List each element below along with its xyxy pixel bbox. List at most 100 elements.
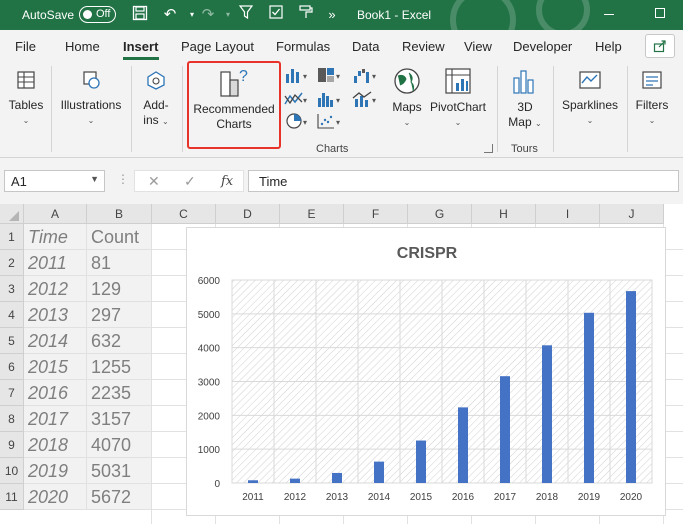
row-header-3[interactable]: 3: [0, 276, 24, 302]
checkbox-icon[interactable]: [266, 5, 286, 25]
cell-a5[interactable]: 2014: [24, 328, 87, 354]
cell-b6[interactable]: 1255: [87, 354, 152, 380]
combo-chart-icon[interactable]: [352, 90, 372, 108]
maximize-icon[interactable]: [655, 8, 665, 18]
cell-b5[interactable]: 632: [87, 328, 152, 354]
hierarchy-chart-icon[interactable]: [316, 66, 336, 84]
row-header-4[interactable]: 4: [0, 302, 24, 328]
chevron-down-icon[interactable]: ▾: [336, 118, 340, 127]
cell-a7[interactable]: 2016: [24, 380, 87, 406]
cell-a6[interactable]: 2015: [24, 354, 87, 380]
tab-formulas[interactable]: Formulas: [276, 39, 330, 54]
tab-data[interactable]: Data: [352, 39, 379, 54]
enter-icon[interactable]: ✓: [184, 173, 196, 190]
cell-b7[interactable]: 2235: [87, 380, 152, 406]
column-header-e[interactable]: E: [280, 204, 344, 224]
sparklines-button[interactable]: Sparklines ⌄: [558, 70, 622, 128]
tab-review[interactable]: Review: [402, 39, 445, 54]
tab-home[interactable]: Home: [65, 39, 100, 54]
cell-a11[interactable]: 2020: [24, 484, 87, 510]
cell-b9[interactable]: 4070: [87, 432, 152, 458]
cell-b3[interactable]: 129: [87, 276, 152, 302]
cell-a3[interactable]: 2012: [24, 276, 87, 302]
column-header-a[interactable]: A: [24, 204, 87, 224]
chevron-down-icon[interactable]: ▾: [336, 72, 340, 81]
tab-view[interactable]: View: [464, 39, 492, 54]
cell-b10[interactable]: 5031: [87, 458, 152, 484]
row-header-6[interactable]: 6: [0, 354, 24, 380]
chevron-down-icon[interactable]: ▾: [336, 96, 340, 105]
column-header-g[interactable]: G: [408, 204, 472, 224]
dialog-launcher-icon[interactable]: [484, 144, 493, 153]
chevron-down-icon: ⌄: [648, 116, 656, 125]
filters-button[interactable]: Filters ⌄: [632, 70, 672, 128]
cell-a2[interactable]: 2011: [24, 250, 87, 276]
column-header-b[interactable]: B: [87, 204, 152, 224]
pie-chart-icon[interactable]: [284, 112, 304, 130]
chart-object[interactable]: CRISPR 0 1000 2000 3000 4000 5000 6000 2011 2012 2…: [186, 227, 666, 516]
row-header-7[interactable]: 7: [0, 380, 24, 406]
filter-icon[interactable]: [236, 5, 256, 25]
chevron-down-icon[interactable]: ▼: [90, 174, 99, 184]
redo-dropdown-icon[interactable]: ▾: [218, 5, 238, 25]
cell-a4[interactable]: 2013: [24, 302, 87, 328]
cancel-icon[interactable]: ✕: [148, 173, 160, 190]
chevron-down-icon[interactable]: ▾: [303, 96, 307, 105]
column-header-i[interactable]: I: [536, 204, 600, 224]
cell-a9[interactable]: 2018: [24, 432, 87, 458]
statistic-chart-icon[interactable]: [316, 90, 336, 108]
cell-a1[interactable]: Time: [24, 224, 87, 250]
select-all-button[interactable]: [0, 204, 24, 224]
column-header-j[interactable]: J: [600, 204, 664, 224]
cell-b2[interactable]: 81: [87, 250, 152, 276]
row-header-11[interactable]: 11: [0, 484, 24, 510]
tab-page-layout[interactable]: Page Layout: [181, 39, 254, 54]
column-chart-icon[interactable]: [284, 66, 304, 84]
tab-file[interactable]: File: [15, 39, 36, 54]
scatter-chart-icon[interactable]: [316, 112, 336, 130]
cell-b1[interactable]: Count: [87, 224, 152, 250]
format-painter-icon[interactable]: [296, 5, 316, 25]
tab-help[interactable]: Help: [595, 39, 622, 54]
column-header-c[interactable]: C: [152, 204, 216, 224]
undo-icon[interactable]: ↶: [160, 5, 180, 25]
minimize-icon[interactable]: [604, 14, 614, 15]
row-header-1[interactable]: 1: [0, 224, 24, 250]
addins-button[interactable]: Add- ins ⌄: [137, 70, 175, 129]
cell-a8[interactable]: 2017: [24, 406, 87, 432]
maps-button[interactable]: Maps ⌄: [388, 66, 426, 130]
more-commands-icon[interactable]: »: [322, 5, 342, 25]
cell-a10[interactable]: 2019: [24, 458, 87, 484]
row-header-9[interactable]: 9: [0, 432, 24, 458]
formula-bar-splitter[interactable]: ⋮: [117, 172, 129, 186]
cell-b4[interactable]: 297: [87, 302, 152, 328]
illustrations-button[interactable]: Illustrations ⌄: [56, 70, 126, 128]
share-button[interactable]: [645, 34, 675, 58]
tab-insert[interactable]: Insert: [123, 39, 158, 54]
row-header-10[interactable]: 10: [0, 458, 24, 484]
pivotchart-button[interactable]: PivotChart ⌄: [428, 66, 488, 130]
waterfall-chart-icon[interactable]: [352, 66, 372, 84]
redo-icon[interactable]: ↷: [198, 5, 218, 25]
name-box[interactable]: A1 ▼: [4, 170, 105, 192]
cell-b8[interactable]: 3157: [87, 406, 152, 432]
line-chart-icon[interactable]: [284, 90, 304, 108]
tab-developer[interactable]: Developer: [513, 39, 572, 54]
row-header-2[interactable]: 2: [0, 250, 24, 276]
formula-input[interactable]: Time: [248, 170, 679, 192]
chevron-down-icon[interactable]: ▾: [303, 72, 307, 81]
column-header-h[interactable]: H: [472, 204, 536, 224]
column-header-d[interactable]: D: [216, 204, 280, 224]
chevron-down-icon[interactable]: ▾: [303, 118, 307, 127]
save-icon[interactable]: [130, 5, 150, 25]
tables-button[interactable]: Tables ⌄: [5, 70, 47, 128]
chevron-down-icon[interactable]: ▾: [372, 96, 376, 105]
insert-function-icon[interactable]: fx: [221, 174, 233, 189]
row-header-8[interactable]: 8: [0, 406, 24, 432]
chevron-down-icon[interactable]: ▾: [372, 72, 376, 81]
autosave-toggle[interactable]: Off: [79, 6, 116, 23]
row-header-5[interactable]: 5: [0, 328, 24, 354]
3d-map-button[interactable]: 3D Map ⌄: [504, 66, 546, 131]
column-header-f[interactable]: F: [344, 204, 408, 224]
cell-b11[interactable]: 5672: [87, 484, 152, 510]
